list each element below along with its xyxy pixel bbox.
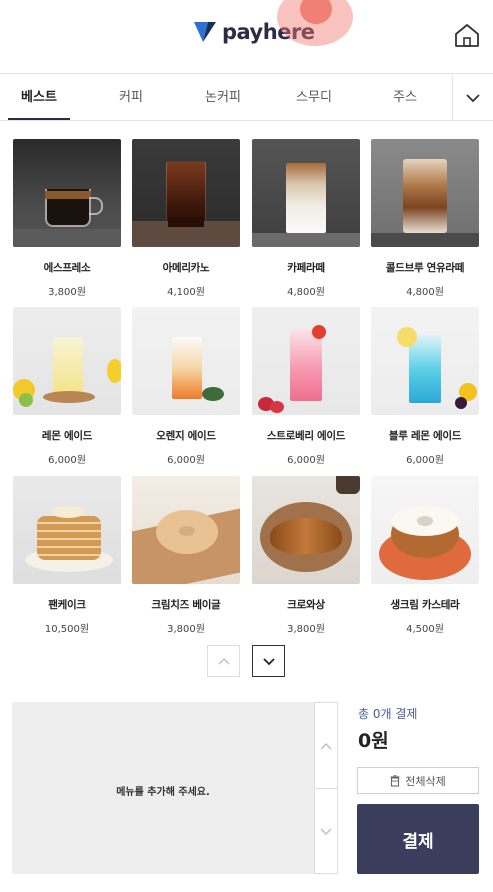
tab-best[interactable]: 베스트 (8, 75, 70, 120)
product-image-pancake (13, 476, 121, 584)
product-price: 3,800원 (167, 624, 205, 635)
product-price: 6,000원 (287, 455, 325, 466)
chevron-down-icon (466, 93, 480, 102)
clear-all-button[interactable]: 전체삭제 (357, 767, 479, 794)
pay-button-label: 결제 (402, 831, 434, 852)
payhere-logo-icon (194, 22, 216, 42)
category-tabs: 베스트 커피 논커피 스무디 주스 (0, 75, 493, 121)
product-image-strawberry-ade (252, 307, 360, 415)
product-card[interactable]: 레몬 에이드 6,000원 (12, 307, 122, 466)
product-card[interactable]: 크로와상 3,800원 (251, 476, 361, 635)
tab-more-button[interactable] (452, 75, 493, 120)
product-card[interactable]: 블루 레몬 에이드 6,000원 (370, 307, 480, 466)
product-card[interactable]: 아메리카노 4,100원 (131, 139, 241, 298)
product-price: 6,000원 (167, 455, 205, 466)
product-name: 생크림 카스테라 (390, 599, 460, 611)
tab-noncoffee[interactable]: 논커피 (192, 75, 254, 120)
product-card[interactable]: 카페라떼 4,800원 (251, 139, 361, 298)
product-name: 에스프레소 (43, 262, 91, 274)
product-image-cafe-latte (252, 139, 360, 247)
product-card[interactable]: 크림치즈 베이글 3,800원 (131, 476, 241, 635)
page-up-button[interactable] (207, 645, 240, 677)
chevron-up-icon (320, 742, 332, 750)
product-price: 6,000원 (406, 455, 444, 466)
product-card[interactable]: 팬케이크 10,500원 (12, 476, 122, 635)
clear-all-label: 전체삭제 (405, 774, 446, 788)
product-name: 팬케이크 (48, 599, 86, 611)
cart-scroll-down-button[interactable] (315, 789, 337, 874)
product-price: 4,800원 (406, 287, 444, 298)
product-image-lemon-ade (13, 307, 121, 415)
product-image-orange-ade (132, 307, 240, 415)
product-image-blue-lemon-ade (371, 307, 479, 415)
product-price: 10,500원 (44, 624, 90, 635)
product-image-coldbrew-condensed-latte (371, 139, 479, 247)
product-card[interactable]: 생크림 카스테라 4,500원 (370, 476, 480, 635)
product-card[interactable]: 에스프레소 3,800원 (12, 139, 122, 298)
product-image-fresh-cream-castella (371, 476, 479, 584)
cart-summary-label: 총 0개 결제 (358, 707, 418, 721)
product-name: 오렌지 에이드 (156, 430, 216, 442)
cart-scroll-up-button[interactable] (315, 703, 337, 788)
app-header: payhere (0, 0, 493, 74)
pay-button[interactable]: 결제 (357, 804, 479, 874)
product-image-espresso (13, 139, 121, 247)
chevron-up-icon (217, 657, 230, 665)
product-name: 크로와상 (287, 599, 325, 611)
product-name: 레몬 에이드 (41, 430, 93, 442)
product-name: 블루 레몬 에이드 (388, 430, 462, 442)
product-image-cream-cheese-bagel (132, 476, 240, 584)
product-price: 4,500원 (406, 624, 444, 635)
chevron-down-icon (262, 657, 275, 665)
chevron-down-icon (320, 827, 332, 835)
tab-juice[interactable]: 주스 (374, 75, 436, 120)
cart-total-amount: 0원 (358, 730, 389, 752)
product-image-americano (132, 139, 240, 247)
tab-coffee[interactable]: 커피 (100, 75, 162, 120)
product-price: 3,800원 (48, 287, 86, 298)
home-button[interactable] (452, 22, 482, 50)
home-icon (455, 24, 479, 47)
product-image-croissant (252, 476, 360, 584)
cart-empty-message: 메뉴를 추가해 주세요. (116, 787, 210, 798)
product-price: 4,100원 (167, 287, 205, 298)
page-down-button[interactable] (252, 645, 285, 677)
product-name: 스트로베리 에이드 (266, 430, 346, 442)
product-name: 카페라떼 (287, 262, 325, 274)
product-card[interactable]: 콜드브루 연유라떼 4,800원 (370, 139, 480, 298)
product-card[interactable]: 스트로베리 에이드 6,000원 (251, 307, 361, 466)
product-price: 6,000원 (48, 455, 86, 466)
product-card[interactable]: 오렌지 에이드 6,000원 (131, 307, 241, 466)
cart-scroll-control (314, 702, 338, 874)
tab-smoothie[interactable]: 스무디 (283, 75, 345, 120)
product-price: 4,800원 (287, 287, 325, 298)
trash-icon (390, 774, 400, 787)
product-price: 3,800원 (287, 624, 325, 635)
product-name: 콜드브루 연유라떼 (385, 262, 465, 274)
product-name: 크림치즈 베이글 (151, 599, 221, 611)
product-name: 아메리카노 (162, 262, 210, 274)
